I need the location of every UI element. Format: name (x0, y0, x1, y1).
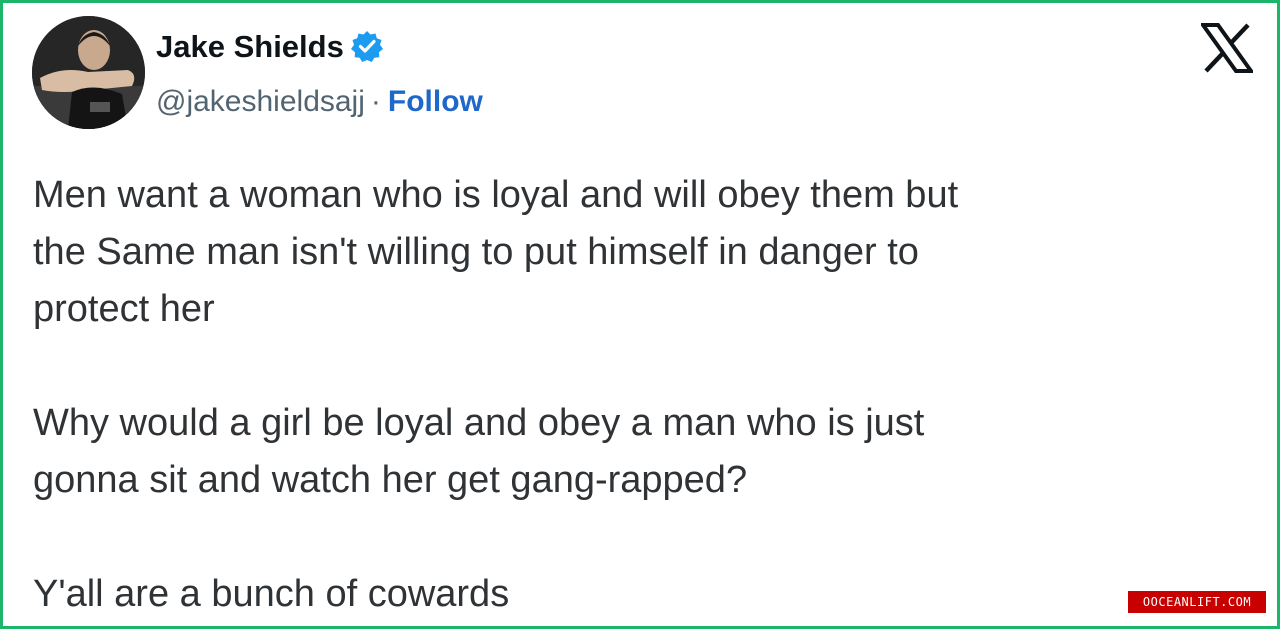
tweet-line: protect her (33, 288, 215, 330)
watermark-badge: OOCEANLIFT.COM (1128, 591, 1266, 613)
author-name-row[interactable]: Jake Shields (156, 29, 384, 63)
tweet-line: the Same man isn't willing to put himsel… (33, 231, 919, 273)
tweet-line: gonna sit and watch her get gang-rapped? (33, 459, 748, 501)
avatar[interactable] (32, 16, 145, 129)
author-handle[interactable]: @jakeshieldsajj (156, 87, 365, 117)
avatar-photo-icon (32, 16, 145, 129)
tweet-body: Men want a woman who is loyal and will o… (33, 167, 1233, 623)
tweet-paragraph: Y'all are a bunch of cowards (33, 566, 1233, 623)
author-meta-row: @jakeshieldsajj · Follow (156, 87, 483, 117)
tweet-line: Men want a woman who is loyal and will o… (33, 174, 959, 216)
verified-badge-icon (350, 29, 384, 63)
tweet-card: Jake Shields @jakeshieldsajj · Follow Me… (0, 0, 1280, 629)
tweet-paragraph: Men want a woman who is loyal and will o… (33, 167, 1233, 338)
author-display-name[interactable]: Jake Shields (156, 31, 344, 62)
x-logo-icon[interactable] (1199, 23, 1255, 73)
follow-button[interactable]: Follow (388, 87, 483, 117)
tweet-paragraph: Why would a girl be loyal and obey a man… (33, 395, 1233, 509)
separator-dot: · (370, 85, 381, 118)
tweet-line: Y'all are a bunch of cowards (33, 573, 510, 615)
tweet-line: Why would a girl be loyal and obey a man… (33, 402, 925, 444)
